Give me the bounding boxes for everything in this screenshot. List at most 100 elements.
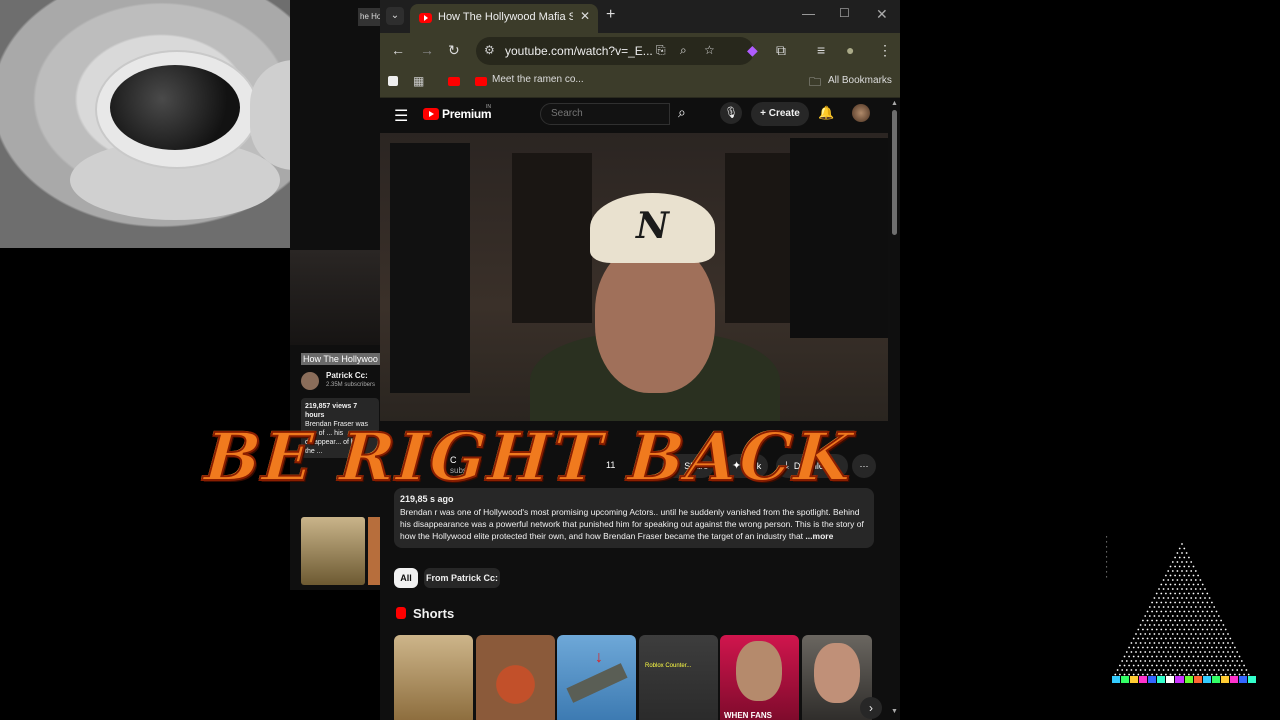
triangle-dot (1123, 655, 1126, 658)
site-settings-icon[interactable]: ⚙ (484, 43, 495, 57)
address-bar[interactable]: ⚙ youtube.com/watch?v=_E... ⎘ ⌕ ☆ (476, 37, 754, 65)
background-video-thumbnail (290, 250, 380, 345)
triangle-dot (1197, 583, 1199, 586)
triangle-dot (1185, 642, 1188, 644)
triangle-dot (1176, 606, 1179, 608)
maximize-icon[interactable]: ☐ (839, 6, 850, 20)
triangle-dot (1185, 552, 1188, 554)
color-bar-segment (1148, 676, 1157, 683)
all-bookmarks[interactable]: All Bookmarks (828, 75, 892, 86)
short-thumbnail[interactable] (476, 635, 555, 720)
kebab-icon[interactable]: ⋮ (878, 42, 892, 59)
grid-icon[interactable]: ▦ (413, 74, 424, 88)
triangle-dot (1185, 669, 1188, 671)
back-icon[interactable]: ← (391, 42, 405, 58)
description-body: Brendan r was one of Hollywood's most pr… (400, 507, 864, 541)
color-bar-segment (1157, 676, 1166, 683)
search-input[interactable] (549, 107, 663, 120)
chevron-right-icon[interactable]: › (860, 697, 882, 719)
triangle-dot (1176, 624, 1179, 626)
triangle-dot (1215, 628, 1218, 631)
color-bar-visualizer (1112, 676, 1256, 683)
url-text[interactable]: youtube.com/watch?v=_E... (505, 44, 653, 58)
triangle-dot (1142, 646, 1144, 649)
triangle-dot (1165, 592, 1167, 595)
apps-icon[interactable] (388, 76, 398, 86)
triangle-dot (1181, 651, 1183, 653)
scroll-up-icon[interactable]: ▲ (891, 100, 898, 107)
short-thumbnail[interactable]: Roblox Counter... (639, 635, 718, 720)
hamburger-menu-icon[interactable]: ☰ (394, 106, 408, 126)
triangle-dot (1208, 651, 1211, 653)
show-more-link[interactable]: ...more (805, 531, 833, 541)
triangle-dot (1185, 561, 1188, 563)
triangle-dot (1188, 592, 1190, 595)
forward-icon[interactable]: → (420, 42, 434, 58)
close-icon[interactable]: ✕ (580, 9, 590, 23)
triangle-dot (1155, 592, 1158, 595)
short-thumbnail[interactable] (394, 635, 473, 720)
triangle-dot (1222, 651, 1225, 653)
country-badge: IN (486, 104, 491, 110)
triangle-dot (1162, 651, 1165, 653)
chip-all[interactable]: All (394, 568, 418, 588)
triangle-dot (1169, 583, 1172, 586)
microphone-icon[interactable]: 🎙 (720, 102, 742, 124)
create-button[interactable]: + Create (751, 102, 809, 126)
youtube-bookmark-icon[interactable] (448, 77, 460, 86)
short-caption: WHEN FANS (724, 711, 772, 720)
minimize-icon[interactable]: — (802, 6, 815, 21)
triangle-dot (1139, 651, 1142, 653)
reload-icon[interactable]: ↻ (448, 42, 460, 59)
scrollbar-thumb[interactable] (892, 110, 897, 235)
avatar[interactable] (852, 104, 870, 122)
triangle-dot (1178, 610, 1181, 613)
short-thumbnail[interactable]: WHEN FANS (720, 635, 799, 720)
premium-logo-text[interactable]: Premium (442, 107, 492, 121)
triangle-dot (1142, 628, 1144, 631)
active-tab[interactable]: How The Hollywood Mafia Silen ✕ (410, 4, 598, 33)
cast-icon[interactable]: ⎘ (656, 43, 666, 58)
triangle-dot (1213, 606, 1216, 608)
search-icon[interactable]: ⌕ (678, 104, 686, 121)
triangle-dot (1211, 601, 1213, 604)
triangle-dot (1169, 664, 1172, 667)
star-icon[interactable]: ☆ (704, 43, 715, 57)
video-player[interactable]: N (380, 133, 888, 421)
bell-icon[interactable]: 🔔 (818, 105, 834, 121)
puzzle-icon[interactable]: ⧉ (776, 42, 786, 59)
triangle-dot (1185, 615, 1188, 617)
media-icon[interactable]: ≡ (817, 42, 825, 58)
triangle-dot (1167, 642, 1170, 644)
triangle-dot (1217, 642, 1220, 644)
triangle-dot (1190, 633, 1193, 635)
create-label: Create (768, 108, 800, 119)
triangle-dot (1171, 561, 1174, 563)
zoom-icon[interactable]: ⌕ (680, 43, 687, 58)
triangle-dot (1194, 624, 1197, 626)
color-bar-segment (1112, 676, 1121, 683)
short-thumbnail[interactable]: ↓ (557, 635, 636, 720)
triangle-dot (1158, 660, 1160, 662)
triangle-dot (1162, 588, 1165, 590)
triangle-dot (1188, 628, 1190, 631)
youtube-logo-icon[interactable] (423, 108, 439, 120)
background-subscriber-count: 2.35M subscribers (326, 382, 376, 388)
triangle-dot (1153, 597, 1156, 599)
bookmark-ramen[interactable]: Meet the ramen co... (492, 74, 584, 85)
chip-from-channel[interactable]: From Patrick Cc: (424, 568, 500, 588)
page-scrollbar[interactable]: ▲ ▼ (889, 100, 900, 720)
more-actions-icon[interactable]: ⋯ (852, 454, 876, 478)
triangle-dot (1176, 579, 1179, 581)
background-short-thumbnail-2 (368, 517, 380, 585)
chevron-down-icon[interactable]: ⌄ (386, 7, 404, 25)
triangle-dot (1197, 655, 1199, 658)
video-description[interactable]: 219,85 s ago Brendan r was one of Hollyw… (394, 488, 874, 548)
extension-icon[interactable]: ◆ (747, 42, 758, 59)
triangle-dot (1213, 633, 1216, 635)
plus-icon[interactable]: + (606, 6, 615, 24)
triangle-dot (1224, 664, 1227, 667)
profile-icon[interactable]: ● (846, 42, 854, 58)
scroll-down-icon[interactable]: ▼ (891, 708, 898, 715)
window-close-icon[interactable]: ✕ (876, 6, 888, 23)
